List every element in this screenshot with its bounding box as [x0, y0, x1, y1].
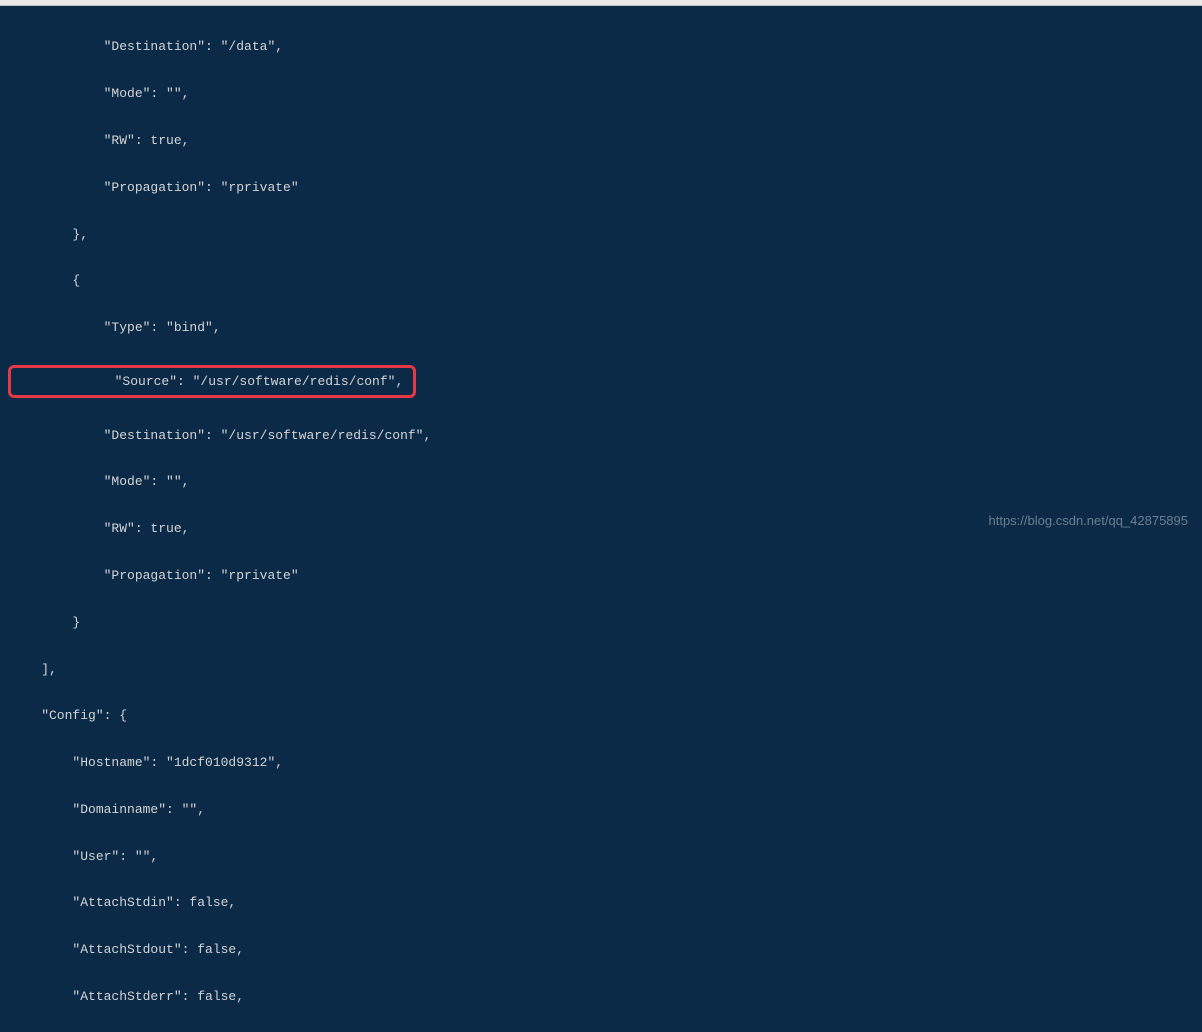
- json-line: },: [0, 223, 1202, 246]
- json-line: "Mode": "",: [0, 82, 1202, 105]
- json-line: "AttachStdin": false,: [0, 891, 1202, 914]
- highlighted-source-line: "Source": "/usr/software/redis/conf",: [8, 365, 416, 398]
- json-line: "Destination": "/data",: [0, 35, 1202, 58]
- json-line: "AttachStderr": false,: [0, 985, 1202, 1008]
- watermark-text: https://blog.csdn.net/qq_42875895: [989, 509, 1189, 532]
- json-line: "Mode": "",: [0, 470, 1202, 493]
- json-line: "Propagation": "rprivate": [0, 564, 1202, 587]
- json-line: "User": "",: [0, 845, 1202, 868]
- json-line: "Destination": "/usr/software/redis/conf…: [0, 424, 1202, 447]
- json-line: }: [0, 611, 1202, 634]
- json-line: "Type": "bind",: [0, 316, 1202, 339]
- json-line: {: [0, 269, 1202, 292]
- json-line: "AttachStdout": false,: [0, 938, 1202, 961]
- json-line: "Hostname": "1dcf010d9312",: [0, 751, 1202, 774]
- json-line: ],: [0, 658, 1202, 681]
- json-line: "Config": {: [0, 704, 1202, 727]
- json-line: "RW": true,: [0, 129, 1202, 152]
- json-line: "Domainname": "",: [0, 798, 1202, 821]
- json-line: "Propagation": "rprivate": [0, 176, 1202, 199]
